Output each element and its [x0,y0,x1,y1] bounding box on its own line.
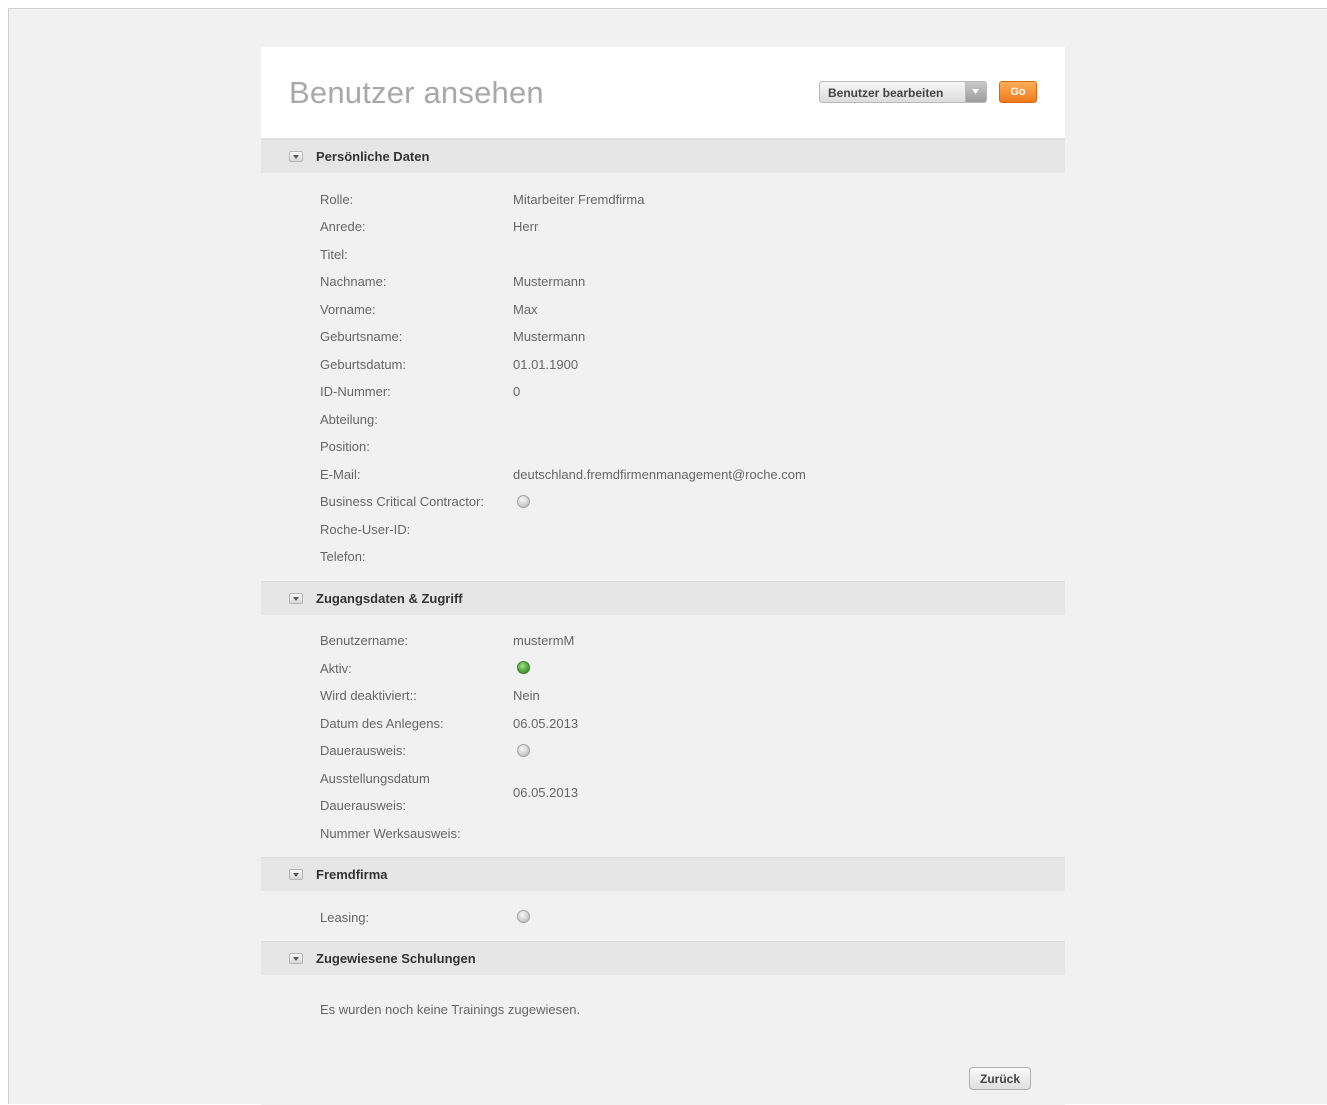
field-value-role: Mitarbeiter Fremdfirma [513,192,645,207]
action-select-value: Benutzer bearbeiten [828,86,944,100]
collapse-toggle-icon[interactable] [289,151,303,162]
field-label-birth-name: Geburtsname: [320,329,403,344]
field-value-username: mustermM [513,633,575,648]
field-label-position: Position: [320,439,370,454]
status-indicator-icon [517,910,530,923]
field-label-active: Aktiv: [320,661,352,676]
user-view-panel: Benutzer ansehen Benutzer bearbeiten Go … [261,47,1065,1105]
field-value-birth-date: 01.01.1900 [513,357,579,372]
field-label-roche-user-id: Roche-User-ID: [320,522,411,537]
field-label-birth-date: Geburtsdatum: [320,357,406,372]
section-header-trainings[interactable]: Zugewiesene Schulungen [261,941,1065,975]
back-button[interactable]: Zurück [969,1067,1031,1090]
section-title: Persönliche Daten [316,149,430,164]
status-indicator-icon [517,744,530,757]
field-value-email: deutschland.fremdfirmenmanagement@roche.… [513,467,806,482]
collapse-toggle-icon[interactable] [289,593,303,604]
field-label-deactivated: Wird deaktiviert:: [320,688,417,703]
page-frame: Benutzer ansehen Benutzer bearbeiten Go … [8,8,1327,1105]
field-value-last-name: Mustermann [513,274,586,289]
go-button[interactable]: Go [999,81,1037,103]
field-label-issue-date-line1: Ausstellungsdatum [320,771,430,786]
field-label-permanent-pass: Dauerausweis: [320,743,406,758]
field-value-id-number: 0 [513,384,521,399]
action-select[interactable]: Benutzer bearbeiten [819,81,987,103]
page-header: Benutzer ansehen Benutzer bearbeiten Go [261,47,1065,139]
field-label-last-name: Nachname: [320,274,387,289]
section-header-access[interactable]: Zugangsdaten & Zugriff [261,581,1065,615]
field-label-business-critical: Business Critical Contractor: [320,494,484,509]
field-value-birth-name: Mustermann [513,329,586,344]
section-title: Fremdfirma [316,867,388,882]
section-header-personal[interactable]: Persönliche Daten [261,139,1065,173]
field-value-deactivated: Nein [513,688,540,703]
field-value-issue-date: 06.05.2013 [513,785,579,800]
field-label-title: Titel: [320,247,348,262]
section-title: Zugangsdaten & Zugriff [316,591,463,606]
status-indicator-icon [517,495,530,508]
collapse-toggle-icon[interactable] [289,953,303,964]
field-label-phone: Telefon: [320,549,366,564]
field-label-role: Rolle: [320,192,354,207]
page-title: Benutzer ansehen [289,75,544,110]
field-label-id-number: ID-Nummer: [320,384,391,399]
field-label-email: E-Mail: [320,467,361,482]
field-label-created-date: Datum des Anlegens: [320,716,444,731]
field-label-badge-number: Nummer Werksausweis: [320,826,461,841]
field-value-salutation: Herr [513,219,539,234]
field-value-created-date: 06.05.2013 [513,716,579,731]
chevron-down-icon[interactable] [965,82,986,102]
field-label-username: Benutzername: [320,633,409,648]
field-label-department: Abteilung: [320,412,378,427]
collapse-toggle-icon[interactable] [289,869,303,880]
section-title: Zugewiesene Schulungen [316,951,476,966]
field-label-issue-date-line2: Dauerausweis: [320,798,406,813]
field-label-first-name: Vorname: [320,302,376,317]
empty-trainings-message: Es wurden noch keine Trainings zugewiese… [320,1002,581,1017]
field-value-first-name: Max [513,302,538,317]
field-label-leasing: Leasing: [320,910,370,925]
field-label-salutation: Anrede: [320,219,366,234]
status-indicator-icon [517,661,530,674]
section-header-company[interactable]: Fremdfirma [261,857,1065,891]
